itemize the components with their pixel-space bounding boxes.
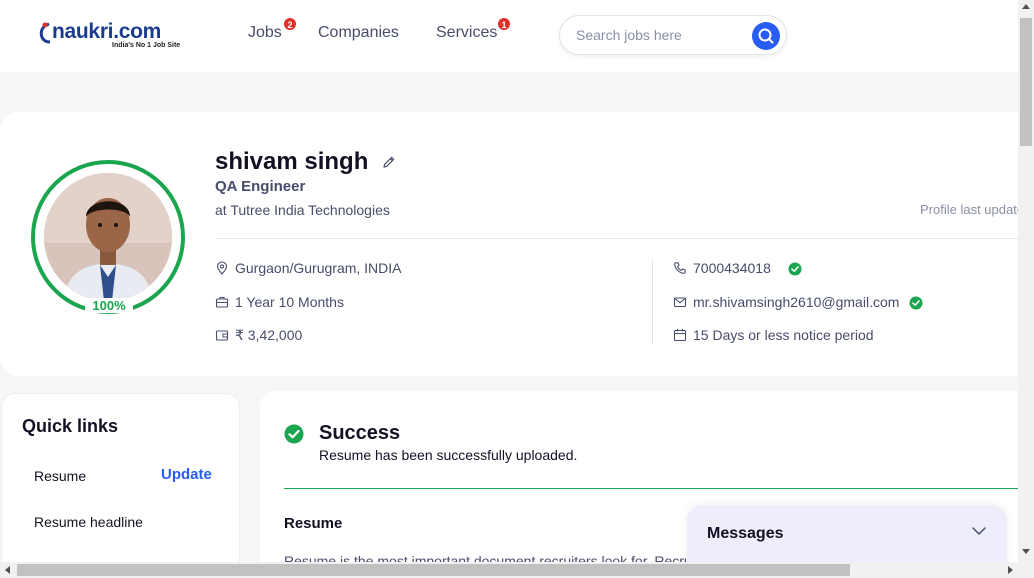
avatar	[44, 173, 172, 301]
notice-period-text: 15 Days or less notice period	[693, 327, 874, 343]
wallet-icon	[215, 330, 229, 341]
resume-update-link[interactable]: Update	[161, 466, 212, 483]
scroll-down-arrow-icon[interactable]	[1022, 549, 1030, 554]
scroll-up-arrow-icon[interactable]	[1022, 4, 1030, 9]
search-input[interactable]	[576, 27, 746, 43]
services-badge: 1	[497, 17, 511, 31]
profile-last-updated: Profile last updated	[920, 202, 1018, 217]
briefcase-icon	[215, 296, 229, 308]
horizontal-scrollbar[interactable]	[0, 562, 1034, 578]
scroll-left-arrow-icon[interactable]	[5, 566, 10, 574]
salary-text: ₹ 3,42,000	[235, 327, 303, 343]
profile-photo[interactable]	[29, 158, 187, 316]
resume-section-title: Resume	[284, 515, 343, 532]
nav-jobs[interactable]: Jobs	[248, 24, 282, 42]
experience-text: 1 Year 10 Months	[235, 294, 344, 310]
naukri-logo[interactable]: naukri.com India's No 1 Job Site	[38, 20, 198, 54]
chevron-down-icon[interactable]	[971, 525, 987, 537]
details-divider	[652, 258, 653, 344]
success-title: Success	[319, 422, 401, 444]
vertical-scroll-thumb[interactable]	[1020, 18, 1032, 146]
success-check-icon	[284, 424, 304, 444]
phone-icon	[674, 262, 686, 274]
logo-tagline: India's No 1 Job Site	[112, 42, 181, 49]
scroll-right-arrow-icon[interactable]	[1008, 566, 1013, 574]
email-verified-icon	[909, 296, 923, 310]
profile-designation: QA Engineer	[215, 178, 306, 195]
search-bar[interactable]	[559, 15, 787, 55]
search-icon	[758, 28, 774, 44]
nav-services[interactable]: Services	[436, 24, 497, 42]
top-header: naukri.com India's No 1 Job Site Jobs 2 …	[0, 0, 1018, 72]
mail-icon	[673, 297, 687, 308]
vertical-scrollbar[interactable]	[1018, 0, 1034, 562]
phone-text: 7000434018	[693, 260, 771, 276]
email-text: mr.shivamsingh2610@gmail.com	[693, 294, 900, 310]
nav-companies[interactable]: Companies	[318, 24, 399, 42]
logo-mark-icon	[39, 22, 51, 44]
profile-divider	[215, 238, 1018, 239]
edit-icon[interactable]	[382, 155, 396, 169]
quick-links-panel: Quick links Resume Update Resume headlin…	[1, 393, 240, 578]
messages-title: Messages	[707, 525, 784, 542]
quick-link-resume[interactable]: Resume	[34, 468, 86, 484]
phone-verified-icon	[788, 262, 802, 276]
completion-percent: 100%	[85, 298, 133, 313]
success-divider	[284, 488, 1018, 489]
profile-company: at Tutree India Technologies	[215, 202, 390, 218]
calendar-icon	[673, 329, 687, 342]
location-text: Gurgaon/Gurugram, INDIA	[235, 260, 402, 276]
quick-link-resume-headline[interactable]: Resume headline	[34, 514, 143, 530]
location-icon	[216, 261, 228, 275]
success-message: Resume has been successfully uploaded.	[319, 447, 578, 463]
quick-links-title: Quick links	[22, 416, 119, 436]
logo-text: naukri.com	[52, 20, 162, 43]
search-button[interactable]	[752, 22, 780, 50]
horizontal-scroll-thumb[interactable]	[17, 564, 850, 576]
profile-name: shivam singh	[215, 148, 369, 175]
jobs-badge: 2	[283, 17, 297, 31]
